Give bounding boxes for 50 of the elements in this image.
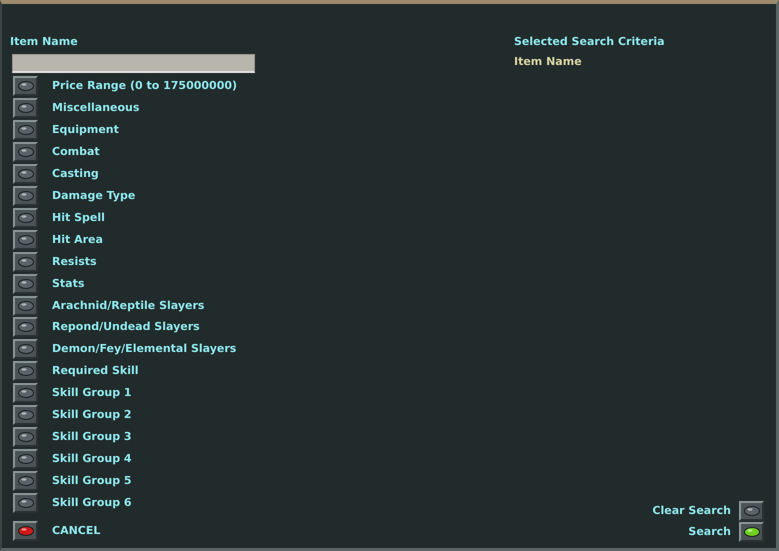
category-link[interactable]: Demon/Fey/Elemental Slayers [52,339,236,360]
category-link[interactable]: Skill Group 4 [52,449,132,470]
criteria-item: Item Name [514,54,583,70]
category-link[interactable]: Hit Spell [52,208,105,228]
category-link[interactable]: Arachnid/Reptile Slayers [52,296,204,316]
category-link[interactable]: Equipment [52,120,119,140]
category-toggle-button[interactable] [13,98,38,118]
category-link[interactable]: Stats [52,274,84,294]
category-toggle-button[interactable] [13,317,38,338]
category-link[interactable]: Skill Group 6 [52,493,132,514]
category-link[interactable]: Skill Group 3 [52,427,132,448]
category-toggle-button[interactable] [13,427,38,448]
category-toggle-button[interactable] [13,339,38,360]
category-link[interactable]: Resists [52,252,97,272]
action-link[interactable]: Clear Search [652,500,731,520]
item-name-label: Item Name [10,34,79,50]
category-link[interactable]: Skill Group 1 [52,383,132,404]
item-name-field[interactable] [12,54,255,73]
category-toggle-button[interactable] [13,186,38,206]
category-link[interactable]: Casting [52,164,99,184]
category-toggle-button[interactable] [13,274,38,294]
category-link[interactable]: Repond/Undead Slayers [52,317,200,338]
category-toggle-button[interactable] [13,76,38,96]
category-toggle-button[interactable] [13,164,38,184]
category-toggle-button[interactable] [13,405,38,426]
category-link[interactable]: Hit Area [52,230,103,250]
cancel-link[interactable]: CANCEL [52,521,100,542]
criteria-title: Selected Search Criteria [514,34,666,50]
action-button[interactable] [739,522,764,542]
category-toggle-button[interactable] [13,208,38,228]
category-toggle-button[interactable] [13,142,38,162]
category-toggle-button[interactable] [13,252,38,272]
category-toggle-button[interactable] [13,120,38,140]
category-toggle-button[interactable] [13,230,38,250]
action-button[interactable] [739,500,764,520]
category-link[interactable]: Combat [52,142,100,162]
category-link[interactable]: Skill Group 2 [52,405,132,426]
category-link[interactable]: Price Range (0 to 175000000) [52,76,238,96]
category-toggle-button[interactable] [13,449,38,470]
category-toggle-button[interactable] [13,296,38,316]
category-link[interactable]: Required Skill [52,361,139,382]
category-toggle-button[interactable] [13,383,38,404]
category-link[interactable]: Damage Type [52,186,136,206]
cancel-button[interactable] [13,521,38,542]
category-toggle-button[interactable] [13,471,38,492]
category-link[interactable]: Miscellaneous [52,98,140,118]
category-toggle-button[interactable] [13,493,38,514]
category-toggle-button[interactable] [13,361,38,382]
category-link[interactable]: Skill Group 5 [52,471,132,492]
action-link[interactable]: Search [688,522,731,542]
